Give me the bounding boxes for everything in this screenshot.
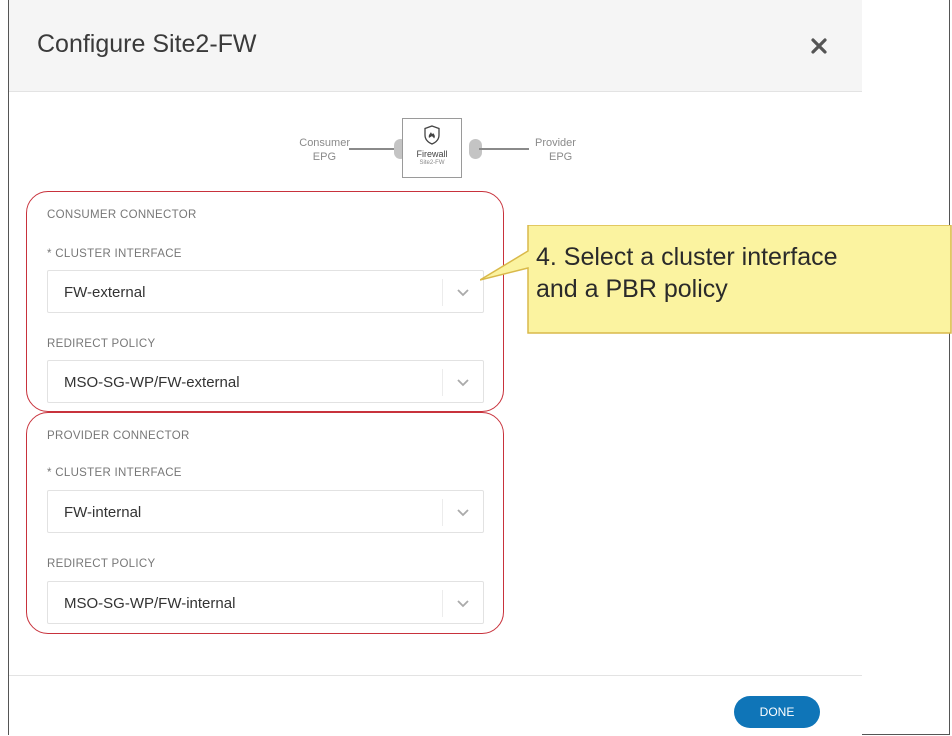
consumer-epg-label: Consumer EPG	[299, 137, 350, 163]
dialog-title: Configure Site2-FW	[37, 30, 257, 58]
dialog-header: Configure Site2-FW	[9, 0, 862, 92]
consumer-cluster-interface-value: FW-external	[64, 284, 146, 301]
firewall-name: Firewall	[416, 149, 448, 159]
annotation-callout: 4. Select a cluster interface and a PBR …	[480, 225, 952, 335]
consumer-connector-title: CONSUMER CONNECTOR	[47, 209, 197, 221]
callout-text: 4. Select a cluster interface and a PBR …	[536, 243, 838, 303]
configure-dialog: Configure Site2-FW Consumer EPG Firewall…	[9, 0, 862, 736]
provider-connector-section: PROVIDER CONNECTOR * CLUSTER INTERFACE F…	[26, 412, 504, 634]
provider-redirect-policy-select[interactable]: MSO-SG-WP/FW-internal	[47, 581, 484, 624]
consumer-redirect-policy-label: REDIRECT POLICY	[47, 338, 156, 350]
firewall-node[interactable]: Firewall Site2-FW	[402, 118, 462, 178]
chevron-down-icon[interactable]	[442, 499, 483, 526]
close-button[interactable]	[805, 32, 833, 60]
chevron-down-icon[interactable]	[442, 590, 483, 617]
provider-epg-label: Provider EPG	[535, 137, 576, 163]
chevron-down-icon[interactable]	[442, 279, 483, 306]
consumer-cluster-interface-label: * CLUSTER INTERFACE	[47, 248, 182, 260]
service-graph-diagram: Consumer EPG Firewall Site2-FW Provider …	[9, 92, 862, 192]
consumer-cluster-interface-select[interactable]: FW-external	[47, 270, 484, 313]
provider-connector-title: PROVIDER CONNECTOR	[47, 430, 190, 442]
consumer-redirect-policy-value: MSO-SG-WP/FW-external	[64, 374, 240, 391]
firewall-icon	[424, 125, 440, 145]
consumer-connector-section: CONSUMER CONNECTOR * CLUSTER INTERFACE F…	[26, 191, 504, 412]
consumer-connector-line	[349, 148, 399, 150]
chevron-down-icon[interactable]	[442, 369, 483, 396]
close-icon	[811, 38, 827, 54]
provider-redirect-policy-value: MSO-SG-WP/FW-internal	[64, 595, 236, 612]
provider-redirect-policy-label: REDIRECT POLICY	[47, 558, 156, 570]
provider-cluster-interface-select[interactable]: FW-internal	[47, 490, 484, 533]
done-button[interactable]: DONE	[734, 696, 820, 728]
provider-cluster-interface-value: FW-internal	[64, 504, 142, 521]
provider-connector-line	[479, 148, 529, 150]
provider-cluster-interface-label: * CLUSTER INTERFACE	[47, 467, 182, 479]
consumer-redirect-policy-select[interactable]: MSO-SG-WP/FW-external	[47, 360, 484, 403]
dialog-footer: DONE	[9, 675, 862, 736]
firewall-subtitle: Site2-FW	[419, 160, 445, 166]
